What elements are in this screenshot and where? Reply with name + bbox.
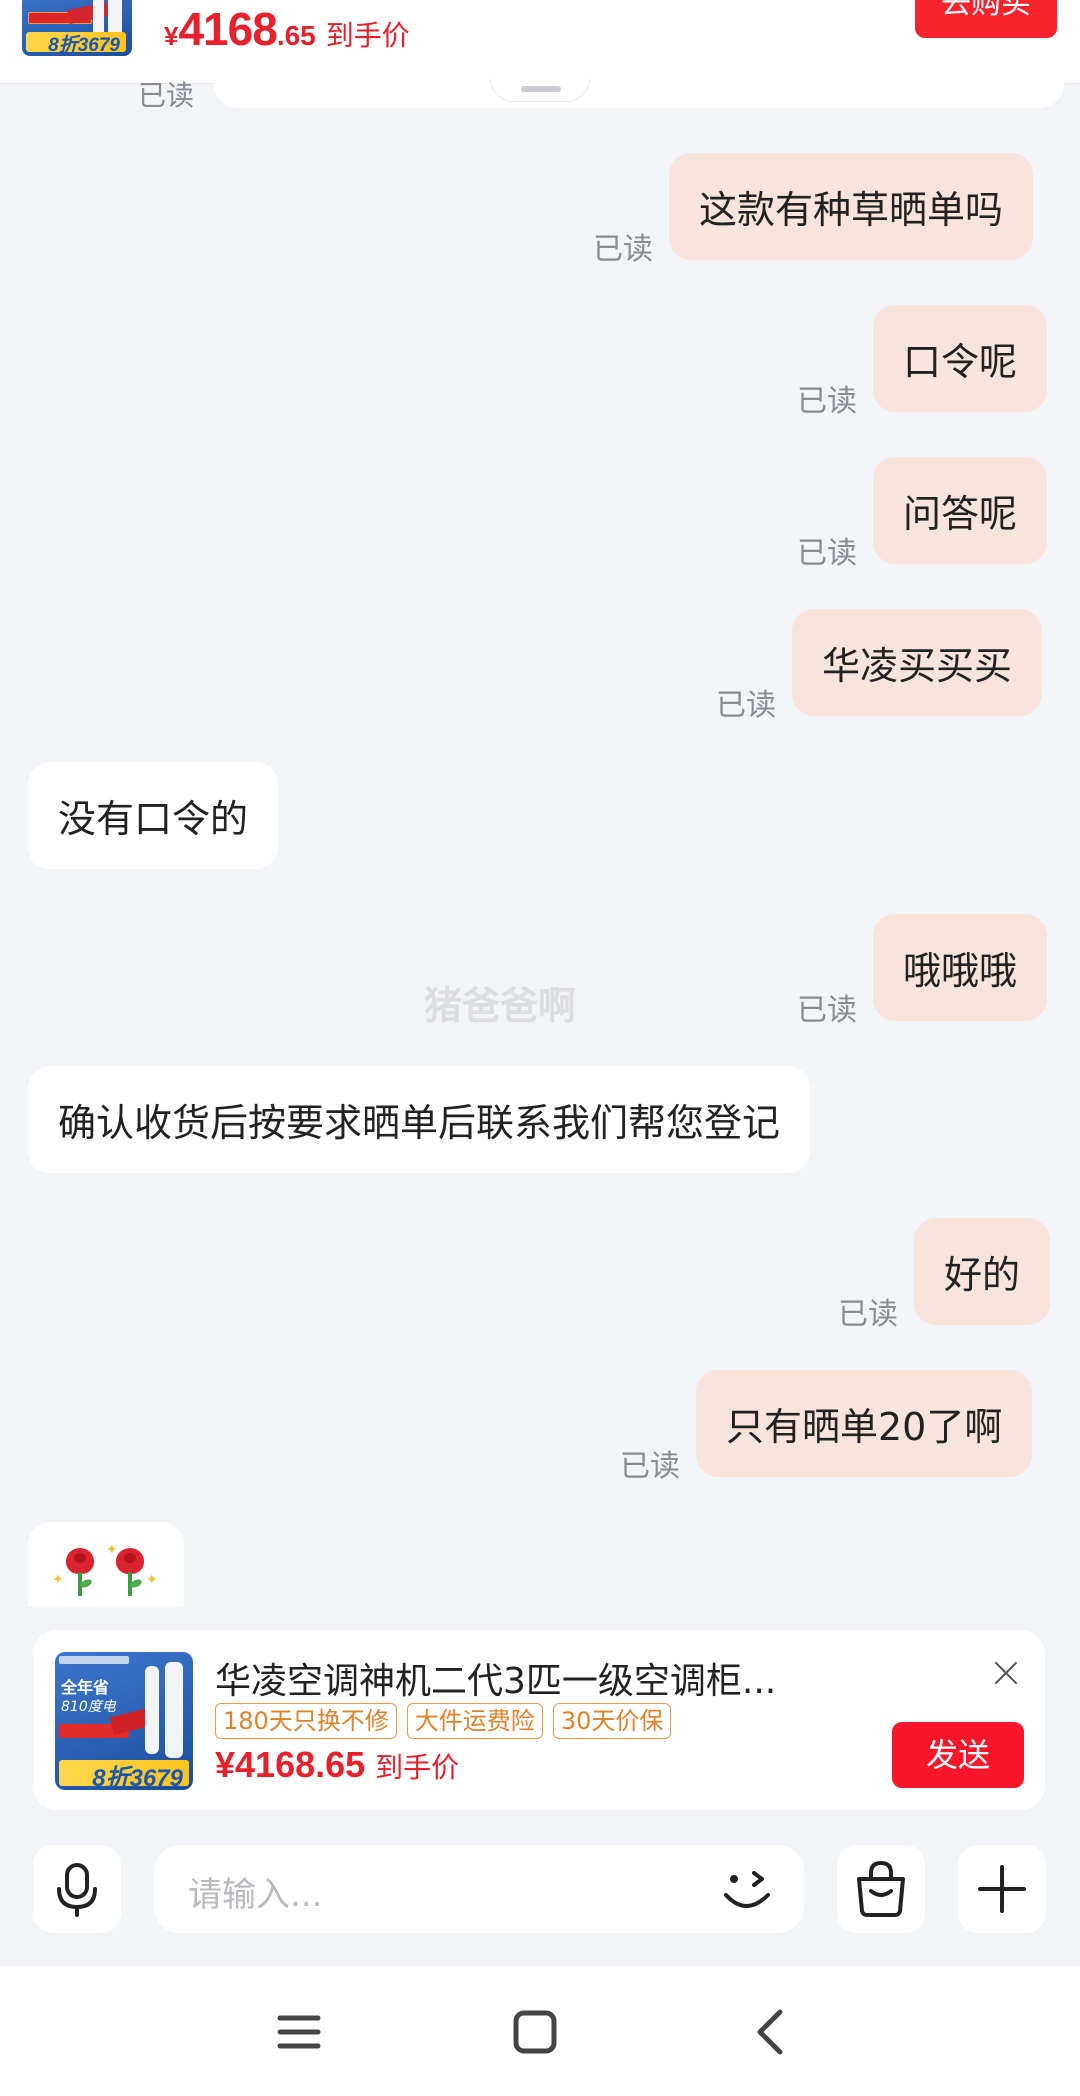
shopping-bag-icon: [857, 1860, 905, 1917]
voice-input-button[interactable]: [33, 1845, 121, 1933]
read-status: 已读: [138, 79, 195, 112]
message-input[interactable]: 请输入...: [154, 1845, 804, 1933]
plus-icon: [978, 1865, 1026, 1913]
read-status: 已读: [716, 688, 776, 723]
close-icon[interactable]: [991, 1658, 1021, 1688]
header-price: ¥4168.65 到手价: [164, 2, 410, 56]
price-label: 到手价: [375, 1752, 460, 1783]
outgoing-message[interactable]: 只有晒单20了啊: [696, 1370, 1033, 1477]
price-integer: 4168: [178, 3, 277, 55]
more-options-button[interactable]: [958, 1845, 1046, 1933]
service-tag: 180天只换不修: [215, 1703, 397, 1739]
read-status: 已读: [838, 1297, 898, 1332]
read-status: 已读: [593, 232, 653, 267]
read-status: 已读: [620, 1449, 680, 1484]
wink-emoji-icon[interactable]: [718, 1863, 774, 1917]
price-label: 到手价: [325, 20, 410, 51]
home-icon[interactable]: [495, 1996, 575, 2066]
collapse-handle[interactable]: [490, 78, 590, 102]
outgoing-message[interactable]: 问答呢: [873, 457, 1048, 564]
read-status: 已读: [797, 536, 857, 571]
product-card[interactable]: 全年省 810度电 8折3679 华凌空调神机二代3匹一级空调柜... 180天…: [33, 1630, 1045, 1810]
outgoing-message[interactable]: 好的: [914, 1218, 1051, 1325]
incoming-message[interactable]: 确认收货后按要求晒单后联系我们帮您登记: [28, 1066, 811, 1173]
system-navigation-bar: [0, 1966, 1080, 2096]
service-tag: 大件运费险: [406, 1703, 543, 1739]
outgoing-message[interactable]: 哦哦哦: [873, 914, 1048, 1021]
read-status: 已读: [797, 384, 857, 419]
product-tags: 180天只换不修 大件运费险 30天价保: [215, 1703, 672, 1739]
price-decimal: .65: [276, 20, 316, 51]
rose-icon: ✦ ✦: [106, 1542, 158, 1598]
service-tag: 30天价保: [552, 1703, 672, 1739]
rose-icon: ✦: [52, 1548, 102, 1598]
thumbnail-price-label: 8折3679: [48, 35, 120, 56]
thumbnail-text: 全年省: [61, 1678, 110, 1697]
outgoing-message[interactable]: 口令呢: [873, 305, 1048, 412]
product-title: 华凌空调神机二代3匹一级空调柜...: [215, 1661, 777, 1702]
price-amount: ¥4168.65: [215, 1744, 366, 1785]
input-placeholder: 请输入...: [188, 1875, 323, 1915]
product-price: ¥4168.65 到手价: [215, 1744, 459, 1786]
product-image[interactable]: 全年省 810度电 8折3679: [55, 1652, 193, 1790]
watermark: 猪爸爸啊: [424, 984, 577, 1028]
read-status: 已读: [797, 993, 857, 1028]
thumbnail-price-label: 8折3679: [92, 1765, 183, 1790]
product-bag-button[interactable]: [837, 1845, 925, 1933]
product-thumbnail[interactable]: 8折3679: [22, 0, 132, 56]
product-header: 8折3679 ¥4168.65 到手价 去购买: [0, 0, 1080, 84]
outgoing-message[interactable]: 华凌买买买: [792, 609, 1043, 716]
thumbnail-text: 810度电: [61, 1699, 116, 1715]
buy-button[interactable]: 去购买: [915, 0, 1057, 38]
outgoing-message[interactable]: 这款有种草晒单吗: [669, 153, 1034, 260]
back-icon[interactable]: [730, 1996, 810, 2066]
collapsed-card: [214, 76, 1064, 108]
price-currency: ¥: [164, 21, 179, 51]
send-button[interactable]: 发送: [892, 1722, 1024, 1788]
microphone-icon: [57, 1863, 97, 1917]
menu-icon[interactable]: [258, 1996, 338, 2066]
incoming-rose-emoji-message[interactable]: ✦ ✦ ✦: [28, 1522, 184, 1607]
incoming-message[interactable]: 没有口令的: [28, 762, 279, 869]
